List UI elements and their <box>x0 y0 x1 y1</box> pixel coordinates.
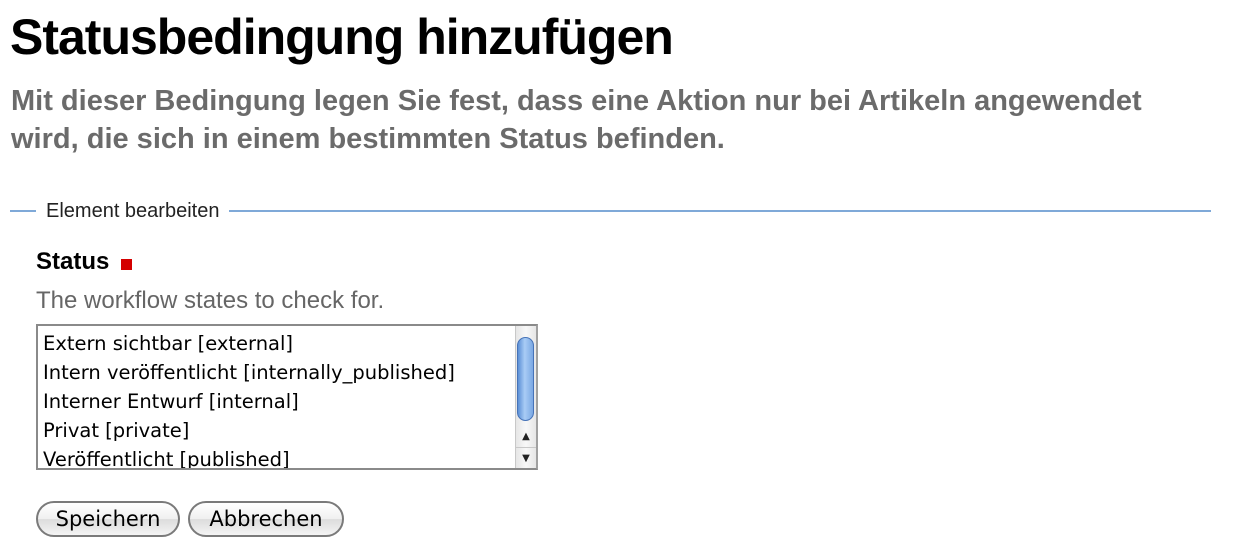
page-description: Mit dieser Bedingung legen Sie fest, das… <box>11 85 1142 155</box>
listbox-scrollbar[interactable]: ▲ ▼ <box>515 326 536 468</box>
page: Statusbedingung hinzufügen Mit dieser Be… <box>0 0 1237 560</box>
status-field-help: The workflow states to check for. <box>36 287 385 314</box>
status-option[interactable]: Intern veröffentlicht [internally_publis… <box>43 358 514 387</box>
status-option[interactable]: Veröffentlicht [published] <box>43 445 514 468</box>
save-button[interactable]: Speichern <box>36 501 180 537</box>
triangle-up-icon[interactable]: ▲ <box>516 426 536 446</box>
cancel-button[interactable]: Abbrechen <box>188 501 344 537</box>
scrollbar-thumb[interactable] <box>517 337 534 421</box>
status-option[interactable]: Extern sichtbar [external] <box>43 329 514 358</box>
page-title: Statusbedingung hinzufügen <box>10 9 674 65</box>
status-field-label-row: Status <box>36 246 133 278</box>
status-options: Extern sichtbar [external] Intern veröff… <box>43 329 514 468</box>
fieldset-legend: Element bearbeiten <box>36 198 230 224</box>
status-listbox[interactable]: Extern sichtbar [external] Intern veröff… <box>36 324 538 470</box>
triangle-down-icon[interactable]: ▼ <box>516 447 536 468</box>
status-option[interactable]: Privat [private] <box>43 416 514 445</box>
required-icon <box>121 258 133 270</box>
status-option[interactable]: Interner Entwurf [internal] <box>43 387 514 416</box>
status-field-label: Status <box>36 248 110 275</box>
